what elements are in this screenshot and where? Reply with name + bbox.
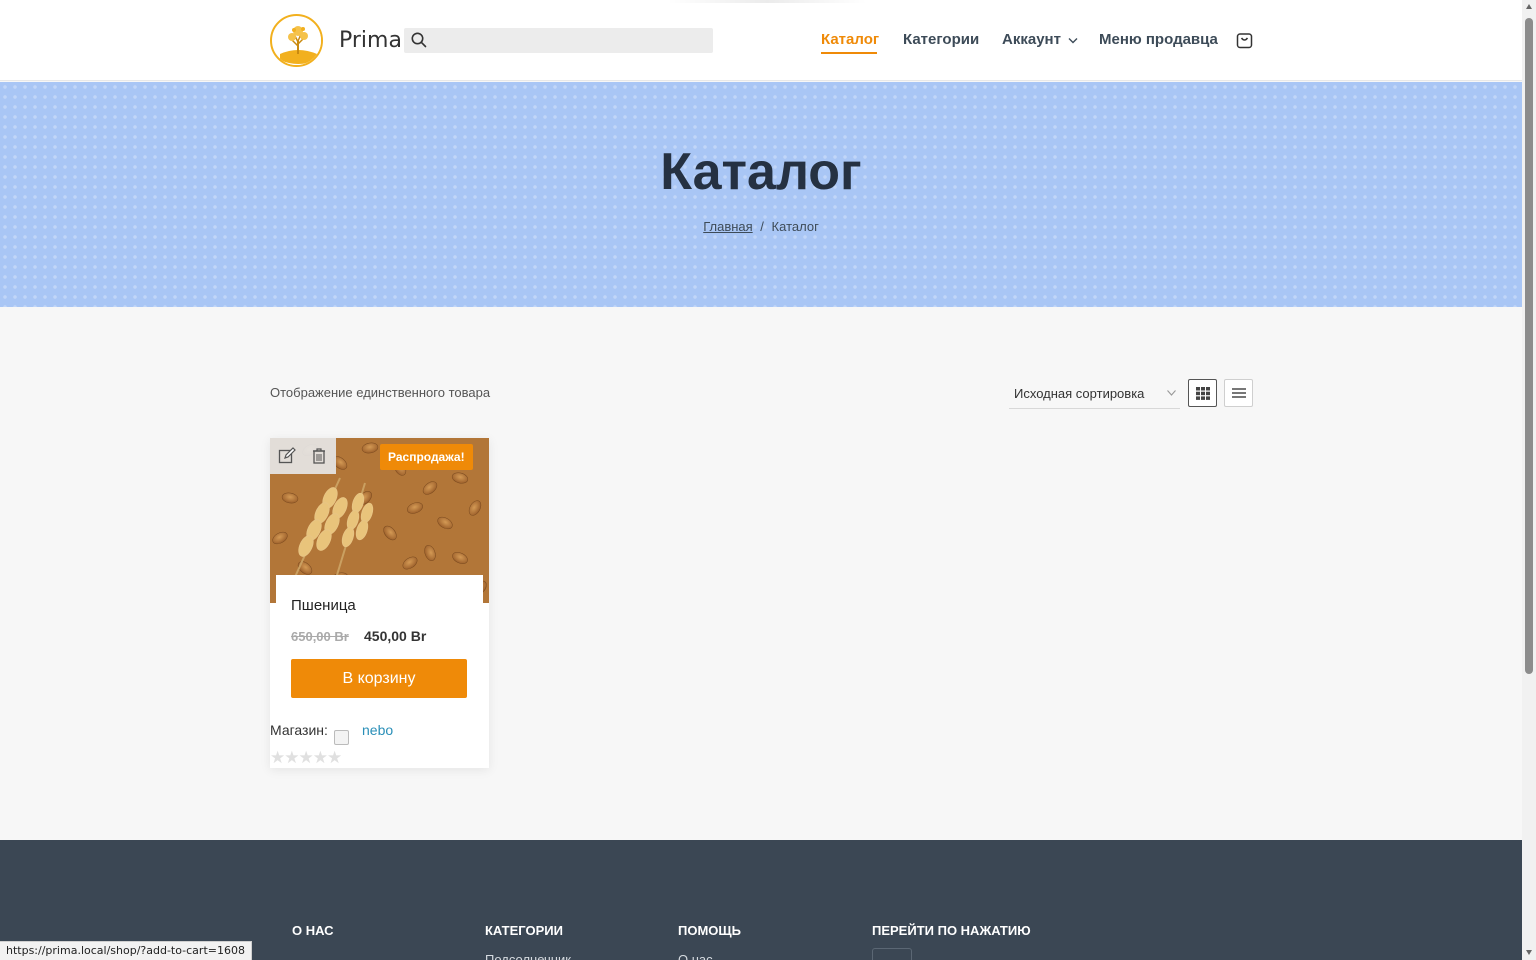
grid-icon bbox=[1196, 387, 1210, 400]
search-bar[interactable] bbox=[404, 28, 713, 53]
store-link[interactable]: nebo bbox=[362, 722, 393, 738]
breadcrumb: Главная / Каталог bbox=[0, 219, 1522, 234]
result-count: Отображение единственного товара bbox=[270, 385, 491, 400]
sort-select[interactable]: Исходная сортировка bbox=[1009, 378, 1180, 409]
scroll-down-arrow-icon[interactable] bbox=[1526, 950, 1532, 955]
add-to-cart-button[interactable]: В корзину bbox=[291, 659, 467, 698]
product-name[interactable]: Пшеница bbox=[291, 597, 356, 614]
footer-link-about[interactable]: О нас bbox=[678, 952, 713, 960]
footer-link-sunflower[interactable]: Подсолнечник bbox=[485, 952, 571, 960]
nav-item-categories[interactable]: Категории bbox=[903, 31, 979, 48]
star-icon: ★ bbox=[298, 748, 314, 767]
star-rating: ★★★★★ bbox=[270, 748, 342, 768]
price-old: 650,00 Br bbox=[291, 629, 349, 644]
store-avatar bbox=[334, 730, 349, 745]
price-new: 450,00 Br bbox=[364, 628, 427, 644]
admin-tools bbox=[270, 438, 336, 474]
star-icon: ★ bbox=[327, 748, 342, 767]
breadcrumb-current: Каталог bbox=[771, 219, 819, 234]
shopping-bag-icon[interactable] bbox=[1236, 31, 1253, 49]
star-icon: ★ bbox=[270, 748, 285, 767]
site-header: Prima Каталог Категории Аккаунт Меню про… bbox=[0, 0, 1522, 81]
sale-badge: Распродажа! bbox=[380, 444, 473, 470]
nav-item-catalog[interactable]: Каталог bbox=[821, 31, 879, 48]
search-input[interactable] bbox=[434, 28, 709, 53]
chevron-down-icon bbox=[1167, 390, 1176, 396]
star-icon: ★ bbox=[284, 748, 299, 767]
star-icon: ★ bbox=[312, 748, 328, 767]
footer-social-button[interactable] bbox=[872, 948, 912, 960]
footer-heading-categories: КАТЕГОРИИ bbox=[485, 923, 563, 938]
trash-icon[interactable] bbox=[310, 447, 328, 465]
list-view-button[interactable] bbox=[1224, 379, 1253, 407]
page-title: Каталог bbox=[660, 143, 862, 201]
footer-heading-quick-links: ПЕРЕЙТИ ПО НАЖАТИЮ bbox=[872, 923, 1031, 938]
nav-item-seller-menu[interactable]: Меню продавца bbox=[1099, 31, 1218, 48]
scroll-thumb[interactable] bbox=[1525, 18, 1533, 674]
edit-icon[interactable] bbox=[278, 447, 296, 465]
brand-name[interactable]: Prima bbox=[339, 28, 402, 53]
breadcrumb-home-link[interactable]: Главная bbox=[703, 219, 752, 234]
browser-status-url: https://prima.local/shop/?add-to-cart=16… bbox=[0, 941, 252, 960]
scroll-up-arrow-icon[interactable] bbox=[1526, 4, 1532, 9]
nav-item-account[interactable]: Аккаунт bbox=[1002, 31, 1078, 48]
chevron-down-icon bbox=[1068, 37, 1078, 44]
tree-logo-icon bbox=[274, 18, 321, 65]
page: Prima Каталог Категории Аккаунт Меню про… bbox=[0, 0, 1536, 960]
site-logo[interactable] bbox=[270, 14, 323, 67]
nav-active-underline bbox=[821, 52, 877, 54]
grid-view-button[interactable] bbox=[1188, 379, 1217, 407]
header-shadow bbox=[667, 0, 867, 3]
footer-heading-about: О НАС bbox=[292, 923, 334, 938]
breadcrumb-separator: / bbox=[760, 219, 764, 234]
page-scrollbar[interactable] bbox=[1522, 0, 1536, 960]
list-icon bbox=[1232, 388, 1246, 398]
search-icon[interactable] bbox=[410, 31, 428, 49]
product-card[interactable]: Распродажа! Пшеница 650,00 Br 450,00 Br … bbox=[270, 438, 489, 768]
sort-select-value: Исходная сортировка bbox=[1014, 386, 1145, 401]
footer-heading-help: ПОМОЩЬ bbox=[678, 923, 741, 938]
store-label: Магазин: bbox=[270, 722, 328, 738]
nav-item-account-label: Аккаунт bbox=[1002, 31, 1061, 48]
